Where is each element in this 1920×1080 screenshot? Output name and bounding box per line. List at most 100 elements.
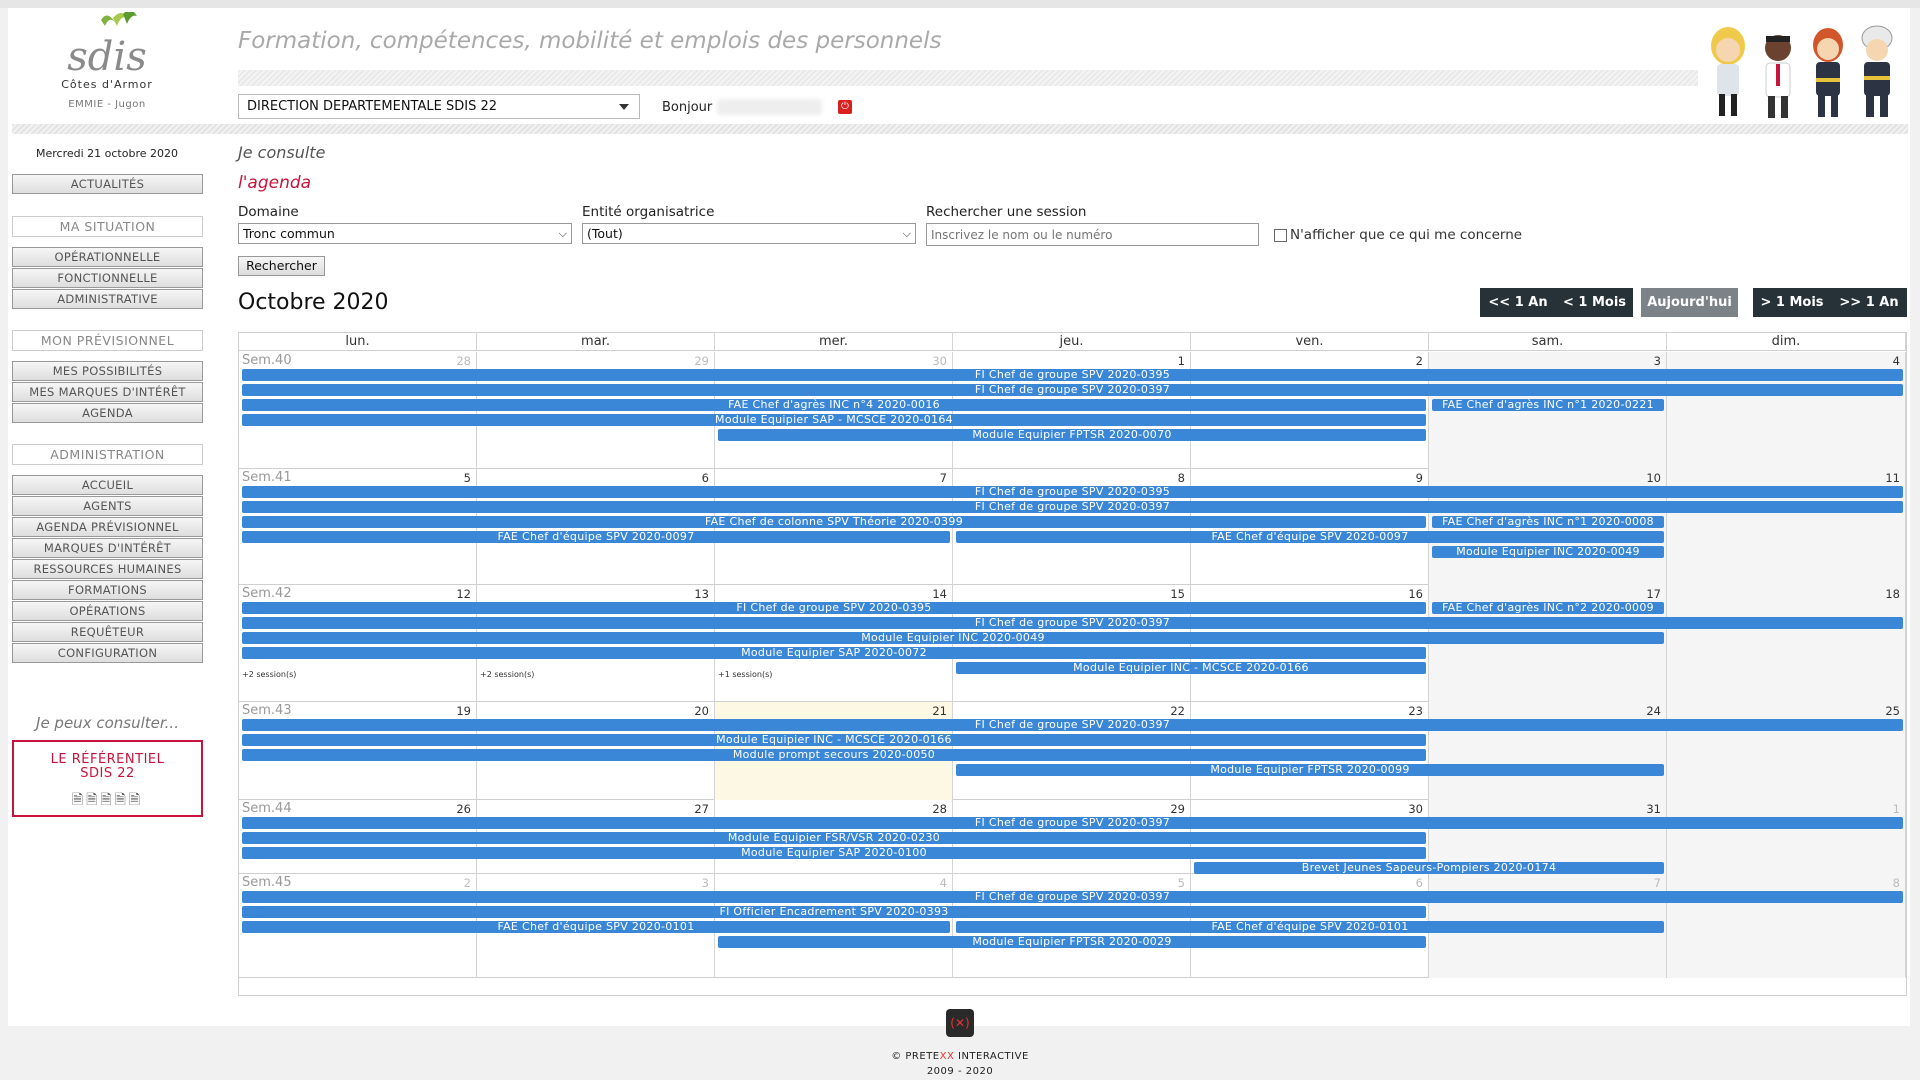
domaine-select[interactable]: Tronc commun ⌵ <box>238 223 572 244</box>
calendar-event[interactable]: Module Equipier FSR/VSR 2020-0230 <box>242 832 1426 844</box>
only-mine-checkbox[interactable] <box>1274 229 1287 242</box>
copyright: © PRETEXX INTERACTIVE <box>0 1051 1920 1062</box>
day-cell[interactable]: 8 <box>1667 874 1906 978</box>
sidebar-item-mes-marques-interet[interactable]: MES MARQUES D'INTÉRÊT <box>12 382 203 402</box>
week-row: 26 27 28 29 30 31 1 Sem.44 FI Chef de groupe SPV… <box>239 800 1906 874</box>
sidebar-item-marques-interet[interactable]: MARQUES D'INTÉRÊT <box>12 538 203 558</box>
day-cell[interactable]: 24 <box>1429 702 1667 800</box>
calendar-event[interactable]: FI Chef de groupe SPV 2020-0395 <box>242 486 1903 498</box>
calendar-event[interactable]: FAE Chef de colonne SPV Théorie 2020-039… <box>242 516 1426 528</box>
mascot-officer-icon <box>1765 35 1791 118</box>
more-sessions-link[interactable]: +2 session(s) <box>480 670 534 679</box>
calendar-event[interactable]: Brevet Jeunes Sapeurs-Pompiers 2020-0174 <box>1194 862 1664 874</box>
day-number: 12 <box>456 587 471 601</box>
day-number: 20 <box>694 704 709 718</box>
day-header: dim. <box>1667 333 1906 351</box>
sidebar-item-operations[interactable]: OPÉRATIONS <box>12 601 203 621</box>
next-year-button[interactable]: >> 1 An <box>1831 288 1907 317</box>
calendar-event[interactable]: FAE Chef d'agrès INC n°1 2020-0008 <box>1432 516 1664 528</box>
day-header: jeu. <box>953 333 1191 351</box>
calendar-event[interactable]: FAE Chef d'agrès INC n°1 2020-0221 <box>1432 399 1664 411</box>
day-number: 16 <box>1408 587 1423 601</box>
sidebar-item-formations[interactable]: FORMATIONS <box>12 580 203 600</box>
day-number: 21 <box>932 704 947 718</box>
calendar-event[interactable]: FI Officier Encadrement SPV 2020-0393 <box>242 906 1426 918</box>
direction-select[interactable]: DIRECTION DEPARTEMENTALE SDIS 22 <box>238 94 640 119</box>
week-label: Sem.42 <box>242 586 292 601</box>
sidebar-item-configuration[interactable]: CONFIGURATION <box>12 643 203 663</box>
logout-power-icon[interactable]: ⏻ <box>838 100 852 114</box>
day-cell[interactable]: 1 <box>1667 800 1906 874</box>
entite-select[interactable]: (Tout) ⌵ <box>582 223 916 244</box>
header-stripe <box>238 70 1698 86</box>
logo-site: EMMIE - Jugon <box>68 99 146 110</box>
day-cell[interactable]: 18 <box>1667 585 1906 702</box>
calendar-event[interactable]: Module Equipier INC 2020-0049 <box>242 632 1664 644</box>
sidebar-item-ressources-humaines[interactable]: RESSOURCES HUMAINES <box>12 559 203 579</box>
calendar-event[interactable]: FAE Chef d'agrès INC n°4 2020-0016 <box>242 399 1426 411</box>
sidebar-item-mes-possibilites[interactable]: MES POSSIBILITÉS <box>12 361 203 381</box>
sidebar-item-administrative[interactable]: ADMINISTRATIVE <box>12 289 203 309</box>
search-button[interactable]: Rechercher <box>238 256 325 276</box>
calendar-event[interactable]: FI Chef de groupe SPV 2020-0397 <box>242 817 1903 829</box>
calendar-event[interactable]: FI Chef de groupe SPV 2020-0397 <box>242 719 1903 731</box>
day-number: 1 <box>1177 354 1185 368</box>
calendar-event[interactable]: FI Chef de groupe SPV 2020-0397 <box>242 891 1903 903</box>
calendar-event[interactable]: Module Equipier FPTSR 2020-0070 <box>718 429 1426 441</box>
day-cell[interactable]: 25 <box>1667 702 1906 800</box>
calendar-event[interactable]: FAE Chef d'équipe SPV 2020-0097 <box>956 531 1664 543</box>
calendar-event[interactable]: FAE Chef d'agrès INC n°2 2020-0009 <box>1432 602 1664 614</box>
sidebar-item-agenda-previsionnel[interactable]: AGENDA PRÉVISIONNEL <box>12 517 203 537</box>
sidebar-item-requeteur[interactable]: REQUÊTEUR <box>12 622 203 642</box>
sidebar-item-agenda[interactable]: AGENDA <box>12 403 203 423</box>
more-sessions-link[interactable]: +2 session(s) <box>242 670 296 679</box>
sidebar-item-actualites[interactable]: ACTUALITÉS <box>12 174 203 194</box>
header-separator <box>12 124 1908 134</box>
calendar-event[interactable]: Module Equipier SAP - MCSCE 2020-0164 <box>242 414 1426 426</box>
calendar-event[interactable]: FI Chef de groupe SPV 2020-0397 <box>242 617 1903 629</box>
calendar-event[interactable]: FAE Chef d'équipe SPV 2020-0101 <box>956 921 1664 933</box>
entite-select-value: (Tout) <box>587 226 623 241</box>
prev-year-button[interactable]: << 1 An <box>1480 288 1556 317</box>
sidebar-item-agents[interactable]: AGENTS <box>12 496 203 516</box>
calendar-event[interactable]: FI Chef de groupe SPV 2020-0395 <box>242 369 1903 381</box>
prev-month-button[interactable]: < 1 Mois <box>1556 288 1633 317</box>
pretexx-logo-icon[interactable]: (✕) <box>946 1009 974 1037</box>
calendar-event[interactable]: Module prompt secours 2020-0050 <box>242 749 1426 761</box>
day-number: 9 <box>1415 471 1423 485</box>
day-header: ven. <box>1191 333 1429 351</box>
calendar-event[interactable]: Module Equipier INC 2020-0049 <box>1432 546 1664 558</box>
sidebar-item-fonctionnelle[interactable]: FONCTIONNELLE <box>12 268 203 288</box>
only-mine-label: N'afficher que ce qui me concerne <box>1290 227 1523 243</box>
calendar-event[interactable]: FI Chef de groupe SPV 2020-0397 <box>242 501 1903 513</box>
day-header: mar. <box>477 333 715 351</box>
sidebar-item-accueil[interactable]: ACCUEIL <box>12 475 203 495</box>
calendar-event[interactable]: FAE Chef d'équipe SPV 2020-0101 <box>242 921 950 933</box>
more-sessions-link[interactable]: +1 session(s) <box>718 670 772 679</box>
calendar-event[interactable]: Module Equipier FPTSR 2020-0029 <box>718 936 1426 948</box>
next-month-button[interactable]: > 1 Mois <box>1753 288 1831 317</box>
sidebar-item-operationnelle[interactable]: OPÉRATIONNELLE <box>12 247 203 267</box>
today-button[interactable]: Aujourd'hui <box>1641 288 1738 317</box>
day-number: 30 <box>932 354 947 368</box>
calendar-event[interactable]: Module Equipier FPTSR 2020-0099 <box>956 764 1664 776</box>
calendar-event[interactable]: Module Equipier INC - MCSCE 2020-0166 <box>242 734 1426 746</box>
logo-department: Côtes d'Armor <box>61 78 153 91</box>
calendar-event[interactable]: Module Equipier SAP 2020-0072 <box>242 647 1426 659</box>
month-title: Octobre 2020 <box>238 290 389 315</box>
calendar-event[interactable]: Module Equipier SAP 2020-0100 <box>242 847 1426 859</box>
day-number: 30 <box>1408 802 1423 816</box>
copyright-brand-xx: XX <box>939 1051 955 1062</box>
sidebar-heading-ma-situation: MA SITUATION <box>12 216 203 237</box>
sdis-logo[interactable]: sdis Côtes d'Armor EMMIE - Jugon <box>52 12 162 112</box>
calendar-event[interactable]: FI Chef de groupe SPV 2020-0395 <box>242 602 1426 614</box>
calendar-event[interactable]: FI Chef de groupe SPV 2020-0397 <box>242 384 1903 396</box>
day-number: 29 <box>694 354 709 368</box>
week-label: Sem.43 <box>242 703 292 718</box>
day-number: 22 <box>1170 704 1185 718</box>
referentiel-link[interactable]: LE RÉFÉRENTIEL SDIS 22 🗎🗎🗎🗎🗎 <box>12 740 203 817</box>
calendar-event[interactable]: Module Equipier INC - MCSCE 2020-0166 <box>956 662 1426 674</box>
week-row: 28 29 30 1 2 3 4 Sem.40 FI Chef de groupe SPV 20… <box>239 352 1906 469</box>
calendar-event[interactable]: FAE Chef d'équipe SPV 2020-0097 <box>242 531 950 543</box>
session-search-input[interactable] <box>926 223 1259 246</box>
